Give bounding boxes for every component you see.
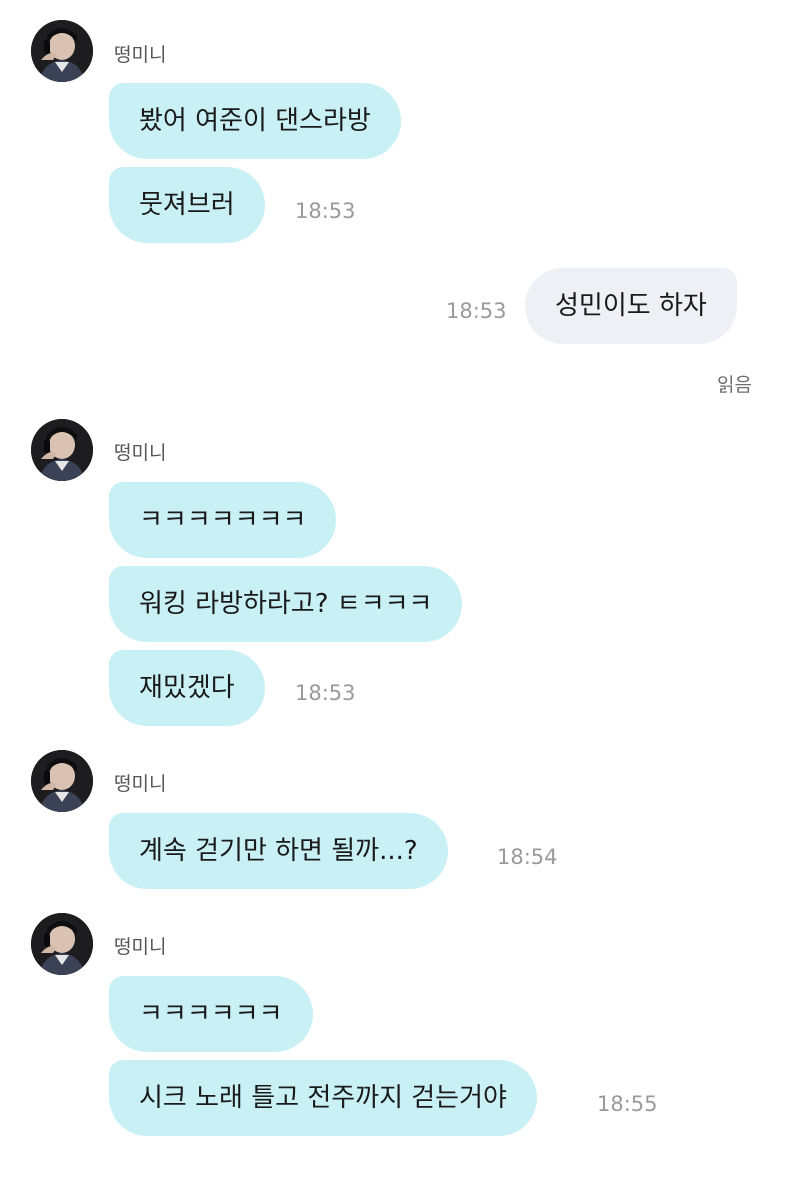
- avatar-photo-icon: [31, 419, 93, 481]
- avatar-photo-icon: [31, 750, 93, 812]
- sender-name: 떵미니: [114, 442, 167, 464]
- incoming-message-bubble[interactable]: ㅋㅋㅋㅋㅋㅋㅋ: [109, 482, 337, 558]
- incoming-message-bubble[interactable]: 계속 걷기만 하면 될까...?: [109, 813, 448, 889]
- outgoing-message-bubble[interactable]: 성민이도 하자: [525, 268, 737, 344]
- message-timestamp: 18:53: [295, 681, 356, 705]
- sender-name: 떵미니: [114, 936, 167, 958]
- incoming-message-bubble[interactable]: 워킹 라방하라고? ㅌㅋㅋㅋ: [109, 566, 463, 642]
- avatar[interactable]: [31, 750, 93, 812]
- message-timestamp: 18:53: [295, 199, 356, 223]
- avatar-photo-icon: [31, 20, 93, 82]
- incoming-message-bubble[interactable]: 봤어 여준이 댄스라방: [109, 83, 401, 159]
- message-timestamp: 18:54: [497, 845, 558, 869]
- avatar-photo-icon: [31, 913, 93, 975]
- avatar[interactable]: [31, 913, 93, 975]
- avatar[interactable]: [31, 20, 93, 82]
- sender-name: 떵미니: [114, 44, 167, 66]
- read-receipt: 읽음: [717, 374, 752, 396]
- sender-name: 떵미니: [114, 773, 167, 795]
- incoming-message-bubble[interactable]: 뭇져브러: [109, 167, 265, 243]
- incoming-message-bubble[interactable]: ㅋㅋㅋㅋㅋㅋ: [109, 976, 313, 1052]
- incoming-message-bubble[interactable]: 재밌겠다: [109, 650, 265, 726]
- message-timestamp: 18:55: [597, 1092, 658, 1116]
- incoming-message-bubble[interactable]: 시크 노래 틀고 전주까지 걷는거야: [109, 1060, 537, 1136]
- message-timestamp: 18:53: [446, 299, 507, 323]
- avatar[interactable]: [31, 419, 93, 481]
